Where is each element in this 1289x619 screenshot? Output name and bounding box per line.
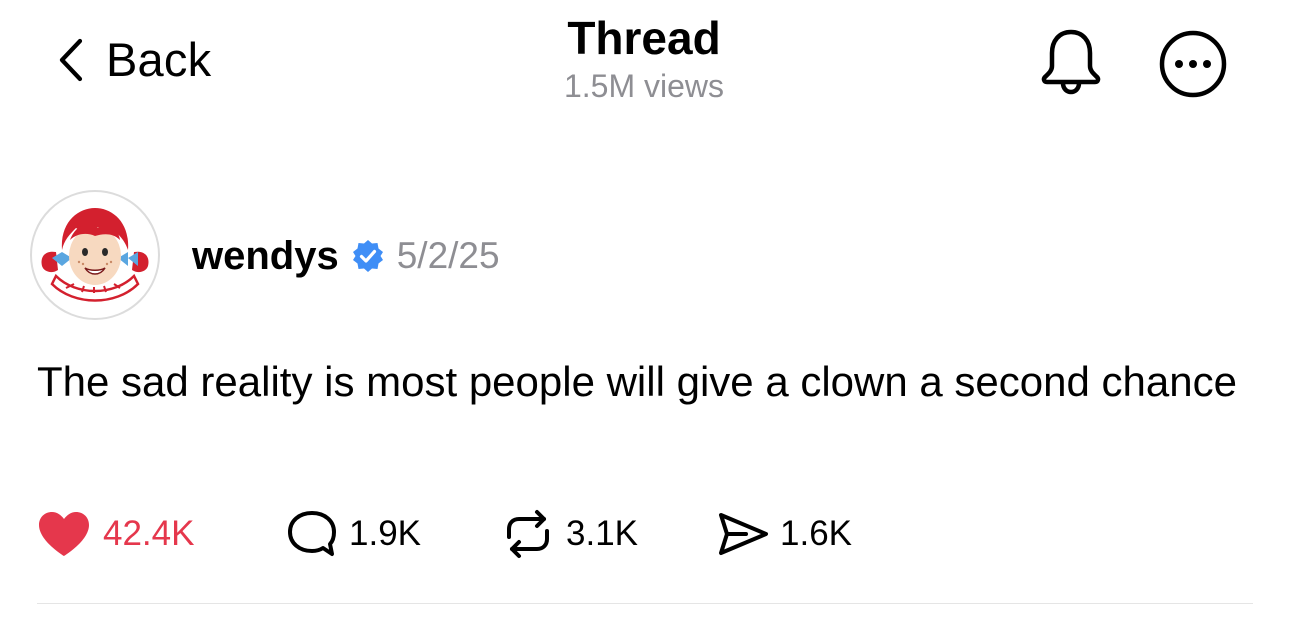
send-icon — [719, 513, 768, 555]
back-button[interactable]: Back — [58, 30, 211, 90]
back-label: Back — [106, 33, 212, 86]
repost-button[interactable]: 3.1K — [500, 506, 638, 562]
post-text: The sad reality is most people will give… — [37, 358, 1237, 405]
author-name[interactable]: wendys — [192, 228, 339, 284]
wendys-logo-icon — [41, 208, 149, 302]
avatar[interactable] — [30, 190, 160, 320]
like-count: 42.4K — [103, 514, 195, 553]
notifications-button[interactable] — [1038, 26, 1104, 96]
chevron-left-icon — [59, 38, 83, 82]
header-title-block: Thread 1.5M views — [444, 8, 844, 106]
page-title: Thread — [567, 12, 721, 64]
like-button[interactable]: 42.4K — [37, 506, 194, 562]
more-options-button[interactable] — [1158, 29, 1228, 99]
post-author-row: wendys 5/2/25 — [192, 228, 500, 284]
verified-check-icon — [352, 240, 383, 272]
reply-button[interactable]: 1.9K — [285, 506, 421, 562]
bell-icon — [1041, 29, 1101, 95]
reply-count: 1.9K — [349, 514, 421, 553]
repost-count: 3.1K — [566, 514, 638, 553]
thread-header: Back Thread 1.5M views — [0, 0, 1289, 130]
verified-badge — [351, 239, 385, 273]
speech-bubble-icon — [288, 511, 336, 556]
more-options-icon — [1159, 30, 1227, 98]
post-actions: 42.4K 1.9K 3.1K 1.6K — [37, 506, 1037, 562]
share-count: 1.6K — [780, 514, 852, 553]
share-button[interactable]: 1.6K — [716, 506, 852, 562]
post-date: 5/2/25 — [396, 235, 500, 276]
heart-icon — [39, 512, 89, 556]
view-count: 1.5M views — [563, 68, 725, 104]
divider — [37, 603, 1253, 604]
repost-icon — [507, 510, 549, 558]
